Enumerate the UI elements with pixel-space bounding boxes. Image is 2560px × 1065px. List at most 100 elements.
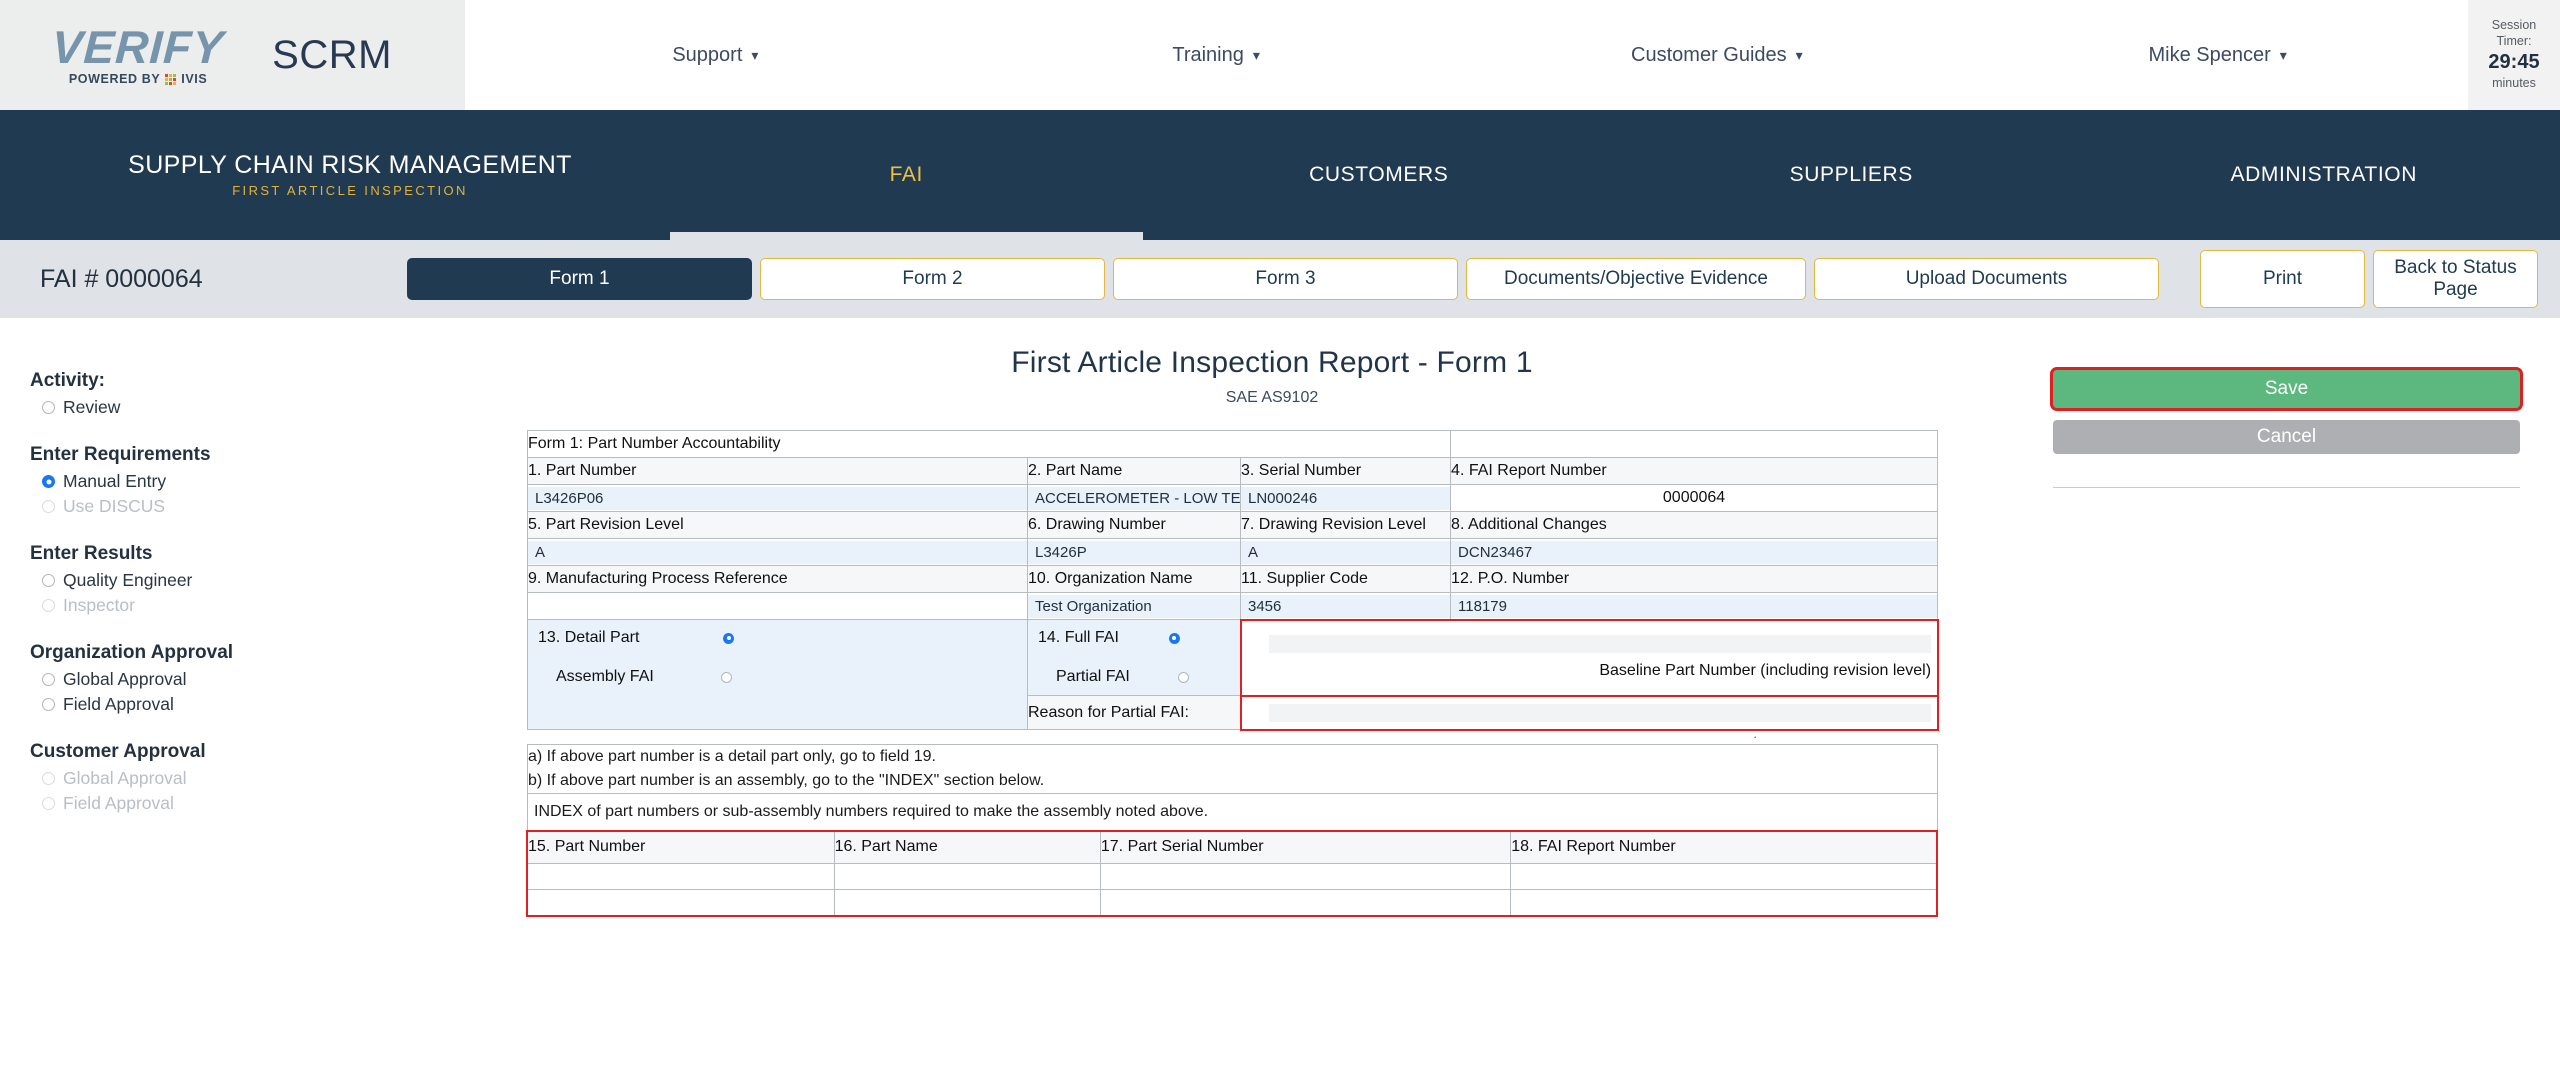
field-label-1: 1. Part Number (527, 457, 1028, 485)
reason-for-partial-fai-input[interactable] (1269, 703, 1932, 722)
table-row: A L3426P A DCN23467 (527, 538, 1939, 566)
table-header-row: 15. Part Number 16. Part Name 17. Part S… (527, 830, 1937, 864)
index-instructions-table: a) If above part number is a detail part… (527, 743, 1938, 831)
tab-form-1[interactable]: Form 1 (407, 258, 752, 300)
topnav-item-customer-guides[interactable]: Customer Guides ▾ (1467, 44, 1968, 67)
table-row (527, 888, 1937, 916)
back-to-status-page-button[interactable]: Back to Status Page (2373, 250, 2538, 308)
field-label-8: 8. Additional Changes (1450, 511, 1939, 539)
index-cell[interactable] (1510, 862, 1937, 890)
part-number-input[interactable]: L3426P06 (528, 486, 1027, 510)
table-row: 5. Part Revision Level 6. Drawing Number… (527, 511, 1939, 539)
topnav-label: Customer Guides (1631, 43, 1787, 66)
powered-by-text: POWERED BY (68, 72, 161, 86)
field-label-10: 10. Organization Name (1027, 565, 1241, 593)
verify-logo[interactable]: VERIFY POWERED BY IVIS (51, 21, 226, 86)
index-header-15: 15. Part Number (527, 830, 835, 864)
drawing-number-input[interactable]: L3426P (1028, 540, 1240, 564)
page-actions: Print Back to Status Page (2200, 250, 2538, 308)
field-label-7: 7. Drawing Revision Level (1239, 511, 1452, 539)
top-navigation: Support ▾ Training ▾ Customer Guides ▾ M… (465, 0, 2468, 110)
field-cell-2: ACCELEROMETER - LOW TEMPE (1027, 484, 1241, 512)
topnav-item-user-menu[interactable]: Mike Spencer ▾ (1967, 44, 2468, 67)
index-cell[interactable] (1099, 888, 1512, 916)
field-cell-1: L3426P06 (527, 484, 1028, 512)
index-cell[interactable] (833, 888, 1101, 916)
radio-icon (42, 772, 55, 785)
baseline-part-number-input[interactable] (1269, 635, 1932, 653)
table-row: L3426P06 ACCELEROMETER - LOW TEMPE LN000… (527, 484, 1939, 512)
activity-group-root: Activity: Review (30, 370, 527, 418)
topnav-item-training[interactable]: Training ▾ (966, 44, 1467, 67)
tab-form-3[interactable]: Form 3 (1113, 258, 1458, 300)
sidebar-option-manual-entry[interactable]: Manual Entry (42, 471, 527, 492)
nav-item-fai[interactable]: FAI (670, 110, 1143, 241)
part-revision-level-input[interactable]: A (528, 540, 1027, 564)
drawing-revision-level-input[interactable]: A (1241, 540, 1451, 564)
module-title-block: SUPPLY CHAIN RISK MANAGEMENT FIRST ARTIC… (0, 151, 670, 198)
topnav-label: Mike Spencer (2148, 43, 2271, 66)
nav-item-administration[interactable]: ADMINISTRATION (2088, 110, 2560, 240)
fai-number-label: FAI # 0000064 (40, 264, 203, 293)
table-row: Form 1: Part Number Accountability (526, 430, 1939, 458)
sidebar-option-org-global-approval[interactable]: Global Approval (42, 669, 527, 690)
table-row: 13. Detail Part Assembly FAI 14. Full FA… (527, 618, 1939, 730)
additional-changes-input[interactable]: DCN23467 (1451, 540, 1938, 564)
sidebar-option-quality-engineer[interactable]: Quality Engineer (42, 570, 527, 591)
sidebar-option-org-field-approval[interactable]: Field Approval (42, 694, 527, 715)
field-cell-5: A (527, 538, 1028, 566)
print-button[interactable]: Print (2200, 250, 2365, 308)
supplier-code-input[interactable]: 3456 (1241, 594, 1451, 618)
po-number-input[interactable]: 118179 (1451, 594, 1938, 618)
session-timer-value: 29:45 (2488, 51, 2540, 74)
cancel-button[interactable]: Cancel (2053, 420, 2520, 454)
index-cell[interactable] (527, 888, 835, 916)
group-heading: Enter Requirements (30, 444, 211, 465)
group-heading: Organization Approval (30, 642, 234, 663)
tab-form-2[interactable]: Form 2 (760, 258, 1105, 300)
session-timer: Session Timer: 29:45 minutes (2468, 0, 2560, 110)
chevron-down-icon: ▾ (1252, 47, 1260, 63)
tab-upload-documents[interactable]: Upload Documents (1814, 258, 2159, 300)
sidebar-option-label: Global Approval (63, 768, 187, 788)
radio-icon[interactable] (42, 673, 55, 686)
serial-number-input[interactable]: LN000246 (1241, 486, 1451, 510)
sidebar-option-label: Field Approval (63, 694, 174, 714)
radio-icon[interactable] (42, 698, 55, 711)
field-cell-7: A (1239, 538, 1452, 566)
assembly-fai-radio-icon[interactable] (720, 671, 732, 683)
radio-icon[interactable] (42, 475, 55, 488)
field-label-9: 9. Manufacturing Process Reference (527, 565, 1028, 593)
nav-item-suppliers[interactable]: SUPPLIERS (1615, 110, 2088, 240)
table-row: 9. Manufacturing Process Reference 10. O… (527, 565, 1939, 593)
sidebar-option-cust-field-approval: Field Approval (42, 793, 527, 814)
index-cell[interactable] (1099, 862, 1512, 890)
partial-fai-radio-icon[interactable] (1177, 671, 1189, 683)
full-fai-radio-icon[interactable] (1168, 632, 1180, 644)
session-timer-label-1: Session (2491, 18, 2537, 33)
field-cell-3: LN000246 (1239, 484, 1452, 512)
index-cell[interactable] (527, 862, 835, 890)
index-cell[interactable] (1510, 888, 1937, 916)
organization-name-input[interactable]: Test Organization (1028, 594, 1240, 618)
field-cell-12: 118179 (1450, 592, 1939, 620)
detail-part-radio-icon[interactable] (723, 632, 735, 644)
verify-tagline: POWERED BY IVIS (69, 72, 207, 86)
index-cell[interactable] (833, 862, 1101, 890)
red-marker-dot: . (1753, 726, 1757, 741)
sidebar-option-label: Global Approval (63, 669, 187, 689)
reason-for-partial-fai-cell (1239, 694, 1939, 731)
tab-documents-objective-evidence[interactable]: Documents/Objective Evidence (1466, 258, 1806, 300)
table-row (527, 862, 1937, 890)
sidebar-option-review[interactable]: Review (42, 397, 527, 418)
index-note-cell: INDEX of part numbers or sub-assembly nu… (527, 792, 1938, 831)
sidebar-option-inspector: Inspector (42, 595, 527, 616)
radio-icon[interactable] (42, 574, 55, 587)
table-row: INDEX of part numbers or sub-assembly nu… (527, 792, 1938, 831)
save-button[interactable]: Save (2053, 370, 2520, 408)
radio-icon[interactable] (42, 401, 55, 414)
topnav-item-support[interactable]: Support ▾ (465, 44, 966, 67)
nav-item-customers[interactable]: CUSTOMERS (1143, 110, 1616, 240)
ivis-dots-icon (165, 73, 177, 85)
part-name-input[interactable]: ACCELEROMETER - LOW TEMPE (1028, 486, 1240, 510)
